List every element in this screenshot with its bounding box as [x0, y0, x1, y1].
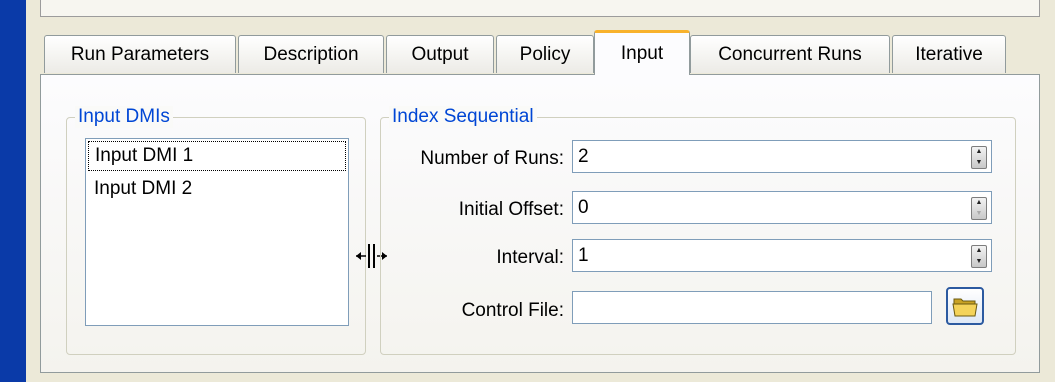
list-item[interactable]: Input DMI 1: [87, 140, 347, 172]
spin-buttons[interactable]: ▲ ▼: [971, 245, 987, 268]
initial-offset-label: Initial Offset:: [458, 199, 564, 220]
initial-offset-value: 0: [578, 196, 589, 218]
tab-label: Input: [620, 43, 664, 64]
tab-run-parameters[interactable]: Run Parameters: [44, 35, 236, 73]
spin-down-icon: ▼: [975, 209, 983, 217]
tab-iterative[interactable]: Iterative: [892, 35, 1006, 73]
upper-panel-edge: [40, 0, 1040, 17]
spin-down-icon[interactable]: ▼: [972, 158, 986, 169]
spin-up-icon[interactable]: ▲: [972, 147, 986, 158]
tab-label: Output: [411, 43, 469, 65]
number-of-runs-stepper[interactable]: 2 ▲ ▼: [572, 140, 992, 173]
input-dmis-list[interactable]: Input DMI 1 Input DMI 2: [85, 138, 349, 326]
interval-value: 1: [578, 244, 589, 266]
window-frame-left: [0, 0, 26, 382]
initial-offset-stepper[interactable]: 0 ▲ ▼: [572, 191, 992, 224]
tab-label: Iterative: [915, 43, 983, 65]
input-dmis-title: Input DMIs: [75, 106, 173, 128]
index-sequential-title: Index Sequential: [389, 106, 537, 128]
interval-stepper[interactable]: 1 ▲ ▼: [572, 239, 992, 272]
control-file-label: Control File:: [461, 300, 564, 321]
tab-label: Run Parameters: [70, 43, 210, 65]
spin-up-icon[interactable]: ▲: [972, 198, 986, 209]
spin-buttons[interactable]: ▲ ▼: [971, 197, 987, 220]
tab-description[interactable]: Description: [238, 35, 384, 73]
spin-up-icon[interactable]: ▲: [972, 246, 986, 257]
list-item[interactable]: Input DMI 2: [86, 173, 348, 205]
tab-output[interactable]: Output: [386, 35, 494, 73]
spin-down-icon[interactable]: ▼: [972, 257, 986, 268]
browse-button[interactable]: [946, 287, 984, 325]
tab-label: Description: [263, 43, 359, 65]
interval-label: Interval:: [496, 247, 564, 268]
folder-icon: [952, 298, 978, 317]
tab-label: Concurrent Runs: [718, 43, 862, 65]
control-file-input[interactable]: [572, 291, 932, 324]
number-of-runs-label: Number of Runs:: [420, 148, 564, 169]
number-of-runs-value: 2: [578, 145, 589, 167]
tab-input[interactable]: Input: [594, 30, 690, 75]
tab-concurrent-runs[interactable]: Concurrent Runs: [690, 35, 890, 73]
tab-policy[interactable]: Policy: [496, 35, 594, 73]
tab-label: Policy: [519, 43, 571, 65]
spin-buttons[interactable]: ▲ ▼: [971, 146, 987, 169]
